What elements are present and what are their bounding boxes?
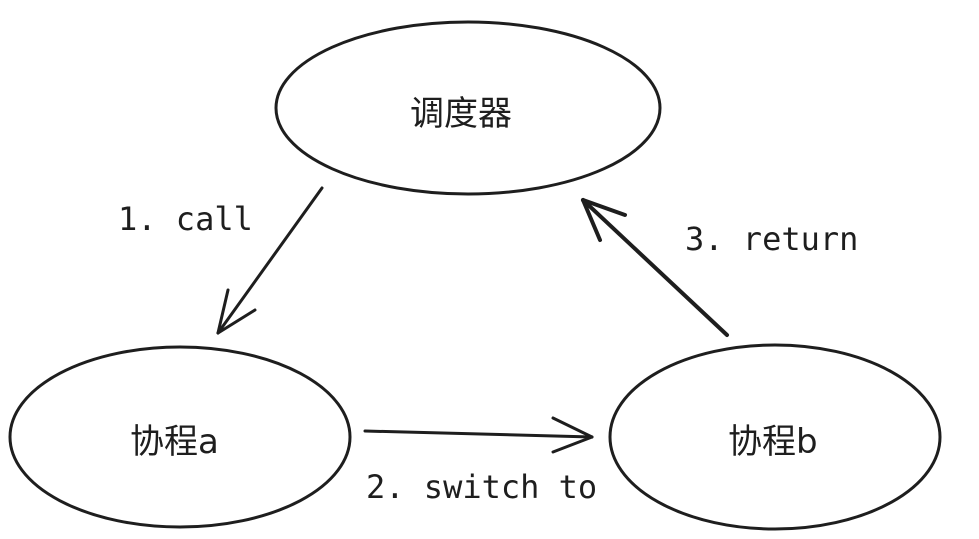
switch-arrow: [363, 416, 594, 454]
scheduler-label: 调度器: [410, 94, 512, 134]
coroutine-b-label: 协程b: [728, 422, 818, 462]
return-label: 3. return: [685, 220, 859, 258]
coroutine-a-label: 协程a: [130, 422, 219, 462]
switch-label: 2. switch to: [366, 468, 598, 506]
call-label: 1. call: [118, 200, 253, 238]
